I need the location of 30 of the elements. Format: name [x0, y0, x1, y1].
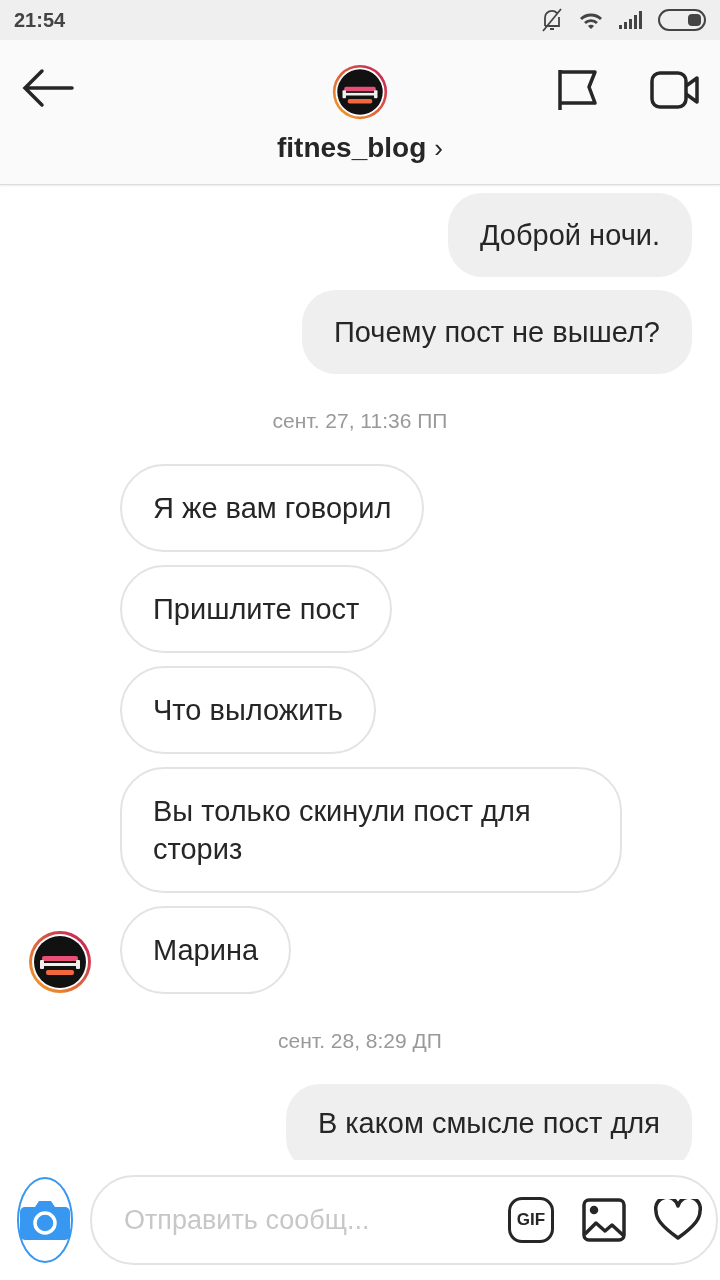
message-timestamp: сент. 27, 11:36 ПП [272, 409, 448, 433]
received-message: Что выложить [120, 666, 376, 754]
received-message: Я же вам говорил [120, 464, 425, 552]
video-camera-icon [650, 70, 700, 110]
back-arrow-icon [22, 68, 74, 108]
sender-avatar [28, 930, 92, 994]
profile-avatar [332, 64, 388, 120]
heart-icon [654, 1199, 702, 1241]
flag-button[interactable] [556, 68, 598, 112]
message-timestamp: сент. 28, 8:29 ДП [278, 1029, 442, 1053]
sent-message: Доброй ночи. [447, 193, 692, 277]
like-button[interactable] [654, 1199, 702, 1241]
message-input[interactable]: Отправить сообщ... GIF [90, 1175, 718, 1265]
flag-icon [556, 68, 598, 112]
video-call-button[interactable] [650, 70, 700, 110]
received-message: Вы только скинули пост для сториз [120, 767, 622, 893]
username-link[interactable]: fitnes_blog › [277, 132, 443, 164]
status-time: 21:54 [14, 8, 66, 32]
back-button[interactable] [22, 68, 74, 108]
signal-icon [618, 10, 644, 30]
battery-icon [658, 9, 706, 31]
received-message: Марина [120, 906, 292, 994]
sent-message: В каком смысле пост для [285, 1084, 692, 1160]
sent-message: Почему пост не вышел? [302, 290, 692, 374]
camera-icon [19, 1199, 71, 1241]
received-message: Пришлите пост [120, 565, 393, 653]
muted-bell-icon [540, 7, 564, 33]
gif-button[interactable]: GIF [508, 1197, 554, 1243]
image-icon [582, 1198, 626, 1242]
gallery-button[interactable] [582, 1198, 626, 1242]
